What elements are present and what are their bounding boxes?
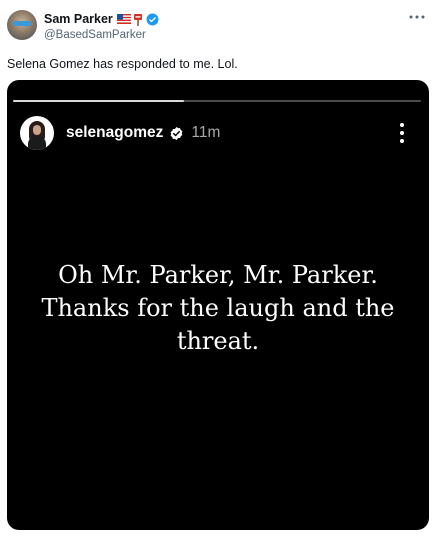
story-progress-fill bbox=[13, 100, 185, 102]
story-verified-icon bbox=[170, 126, 183, 140]
story-text: Oh Mr. Parker, Mr. Parker. Thanks for th… bbox=[27, 259, 409, 358]
tweet-text: Selena Gomez has responded to me. Lol. bbox=[7, 57, 238, 71]
more-dots-icon[interactable] bbox=[408, 12, 426, 22]
author-handle[interactable]: @BasedSamParker bbox=[44, 29, 159, 41]
author-avatar[interactable] bbox=[7, 10, 37, 40]
story-text-line: threat. bbox=[176, 327, 260, 355]
story-progress-bar bbox=[13, 100, 421, 102]
author-display-name[interactable]: Sam Parker bbox=[44, 12, 113, 26]
author-name-row: Sam Parker bbox=[44, 11, 159, 27]
avatar-glasses bbox=[13, 21, 31, 26]
author-info: Sam Parker @BasedSamParker bbox=[44, 11, 159, 41]
story-text-line: Thanks for the laugh and the bbox=[41, 294, 395, 322]
sign-icon bbox=[133, 13, 142, 26]
avatar-face bbox=[33, 125, 41, 135]
avatar-body bbox=[28, 136, 46, 150]
us-flag-icon bbox=[116, 14, 131, 24]
story-more-icon bbox=[400, 123, 404, 143]
story-username: selenagomez bbox=[66, 124, 164, 141]
verified-icon bbox=[146, 13, 159, 25]
media-bottom-edge bbox=[7, 530, 429, 537]
story-user-row: selenagomez 11m bbox=[66, 124, 220, 142]
tweet-card: Sam Parker @BasedSamParker Selena Gomez … bbox=[0, 0, 436, 537]
story-timestamp: 11m bbox=[191, 124, 221, 141]
story-text-line: Oh Mr. Parker, Mr. Parker. bbox=[58, 261, 378, 289]
story-avatar bbox=[20, 116, 54, 150]
